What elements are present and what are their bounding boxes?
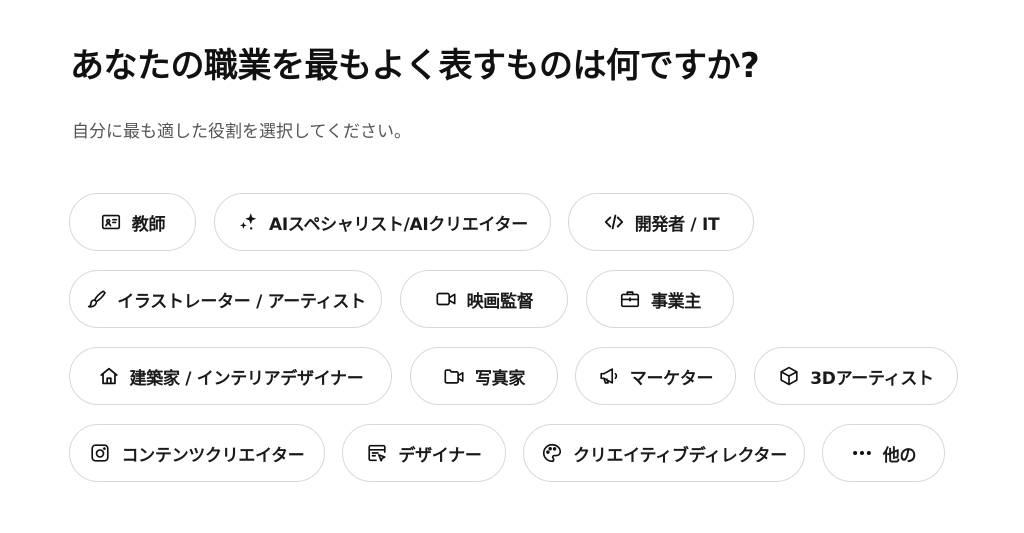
role-option-ai-specialist[interactable]: AIスペシャリスト/AIクリエイター xyxy=(214,193,551,251)
role-label: 3Dアーティスト xyxy=(810,368,934,389)
classroom-board-icon xyxy=(100,211,122,233)
cube-icon xyxy=(778,365,800,387)
camera-icon xyxy=(89,442,111,464)
role-option-other[interactable]: 他の xyxy=(822,424,945,482)
page-title: あなたの職業を最もよく表すものは何ですか? xyxy=(70,46,760,86)
camera-folder-icon xyxy=(443,365,465,387)
role-option-teacher[interactable]: 教師 xyxy=(69,193,196,251)
palette-icon xyxy=(541,442,563,464)
role-label: 写真家 xyxy=(474,368,526,389)
more-dots-icon xyxy=(851,442,873,464)
design-window-icon xyxy=(366,442,388,464)
role-label: 映画監督 xyxy=(466,291,534,312)
role-label: AIスペシャリスト/AIクリエイター xyxy=(269,214,528,235)
role-label: コンテンツクリエイター xyxy=(121,445,305,466)
role-option-creative-director[interactable]: クリエイティブディレクター xyxy=(523,424,805,482)
page-subtitle: 自分に最も適した役割を選択してください。 xyxy=(72,122,411,142)
role-option-photographer[interactable]: 写真家 xyxy=(410,347,558,405)
role-option-content-creator[interactable]: コンテンツクリエイター xyxy=(69,424,325,482)
role-option-illustrator[interactable]: イラストレーター / アーティスト xyxy=(69,270,382,328)
role-label: 事業主 xyxy=(650,291,702,312)
role-option-developer[interactable]: 開発者 / IT xyxy=(568,193,754,251)
briefcase-icon xyxy=(619,288,641,310)
role-option-marketer[interactable]: マーケター xyxy=(575,347,736,405)
role-label: マーケター xyxy=(629,368,714,389)
role-option-architect[interactable]: 建築家 / インテリアデザイナー xyxy=(69,347,392,405)
code-icon xyxy=(603,211,625,233)
role-label: 他の xyxy=(882,445,917,466)
sparkles-icon xyxy=(237,211,259,233)
role-label: 開発者 / IT xyxy=(634,214,720,235)
role-option-3d-artist[interactable]: 3Dアーティスト xyxy=(754,347,958,405)
role-label: デザイナー xyxy=(398,445,482,466)
role-label: クリエイティブディレクター xyxy=(573,445,787,466)
role-label: イラストレーター / アーティスト xyxy=(117,291,366,312)
role-label: 教師 xyxy=(131,214,166,235)
role-label: 建築家 / インテリアデザイナー xyxy=(129,368,364,389)
brush-icon xyxy=(85,288,107,310)
role-option-business-owner[interactable]: 事業主 xyxy=(586,270,734,328)
role-option-film-director[interactable]: 映画監督 xyxy=(400,270,568,328)
video-camera-icon xyxy=(435,288,457,310)
home-icon xyxy=(98,365,120,387)
megaphone-icon xyxy=(598,365,620,387)
role-option-designer[interactable]: デザイナー xyxy=(342,424,506,482)
